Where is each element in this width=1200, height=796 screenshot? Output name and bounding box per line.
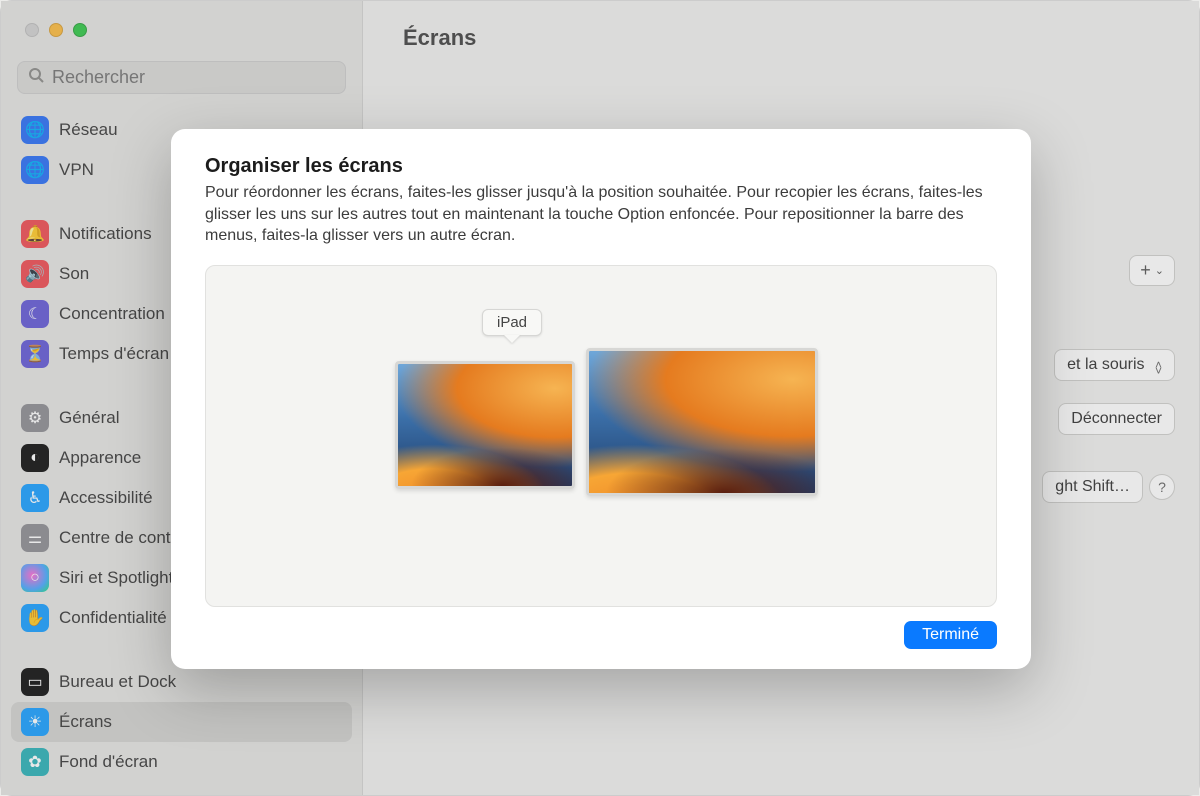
- modal-title: Organiser les écrans: [205, 155, 997, 178]
- modal-description: Pour réordonner les écrans, faites-les g…: [205, 182, 997, 247]
- wallpaper-thumbnail: [589, 351, 815, 493]
- done-button[interactable]: Terminé: [904, 621, 997, 649]
- display-tooltip-ipad: iPad: [482, 309, 542, 336]
- display-arrangement-canvas[interactable]: iPad: [205, 265, 997, 607]
- arrange-displays-modal: Organiser les écrans Pour réordonner les…: [171, 129, 1031, 669]
- display-main[interactable]: [586, 348, 818, 496]
- display-ipad[interactable]: [395, 361, 575, 489]
- wallpaper-thumbnail: [398, 364, 572, 486]
